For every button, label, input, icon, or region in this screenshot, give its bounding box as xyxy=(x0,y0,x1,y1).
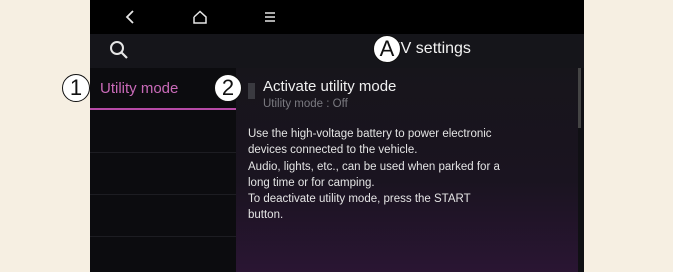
divider xyxy=(90,194,236,195)
main-panel: Activate utility mode Utility mode : Off… xyxy=(236,68,578,272)
sidebar-item-label: Utility mode xyxy=(100,80,179,97)
description: Use the high-voltage battery to power el… xyxy=(248,126,568,224)
description-line: button. xyxy=(248,209,284,222)
utility-mode-toggle[interactable] xyxy=(248,83,255,99)
activate-utility-mode-option[interactable]: Activate utility mode xyxy=(263,78,396,95)
callout-1: 1 xyxy=(62,74,90,102)
page-header: EV settings xyxy=(90,34,584,68)
callout-2: 2 xyxy=(214,74,242,102)
description-line: long time or for camping. xyxy=(248,176,375,189)
description-line: Audio, lights, etc., can be used when pa… xyxy=(248,160,500,173)
back-icon xyxy=(125,10,134,24)
divider xyxy=(90,236,236,237)
infotainment-screen: EV settings Utility mode Activate utilit… xyxy=(90,0,584,272)
page-title: EV settings xyxy=(390,40,471,57)
search-button[interactable] xyxy=(108,39,132,63)
callout-a: A xyxy=(373,35,401,63)
back-button[interactable] xyxy=(110,0,150,34)
scrollbar[interactable] xyxy=(578,68,581,128)
description-line: devices connected to the vehicle. xyxy=(248,144,418,157)
top-nav-bar xyxy=(90,0,584,34)
menu-icon xyxy=(265,12,275,22)
search-icon xyxy=(110,41,128,59)
selected-indicator xyxy=(90,108,236,110)
description-line: Use the high-voltage battery to power el… xyxy=(248,128,492,140)
description-line: To deactivate utility mode, press the ST… xyxy=(248,193,471,206)
home-icon xyxy=(193,10,207,24)
utility-mode-status: Utility mode : Off xyxy=(263,98,348,110)
home-button[interactable] xyxy=(180,0,220,34)
sidebar: Utility mode xyxy=(90,68,236,272)
menu-button[interactable] xyxy=(250,0,290,34)
divider xyxy=(90,152,236,153)
